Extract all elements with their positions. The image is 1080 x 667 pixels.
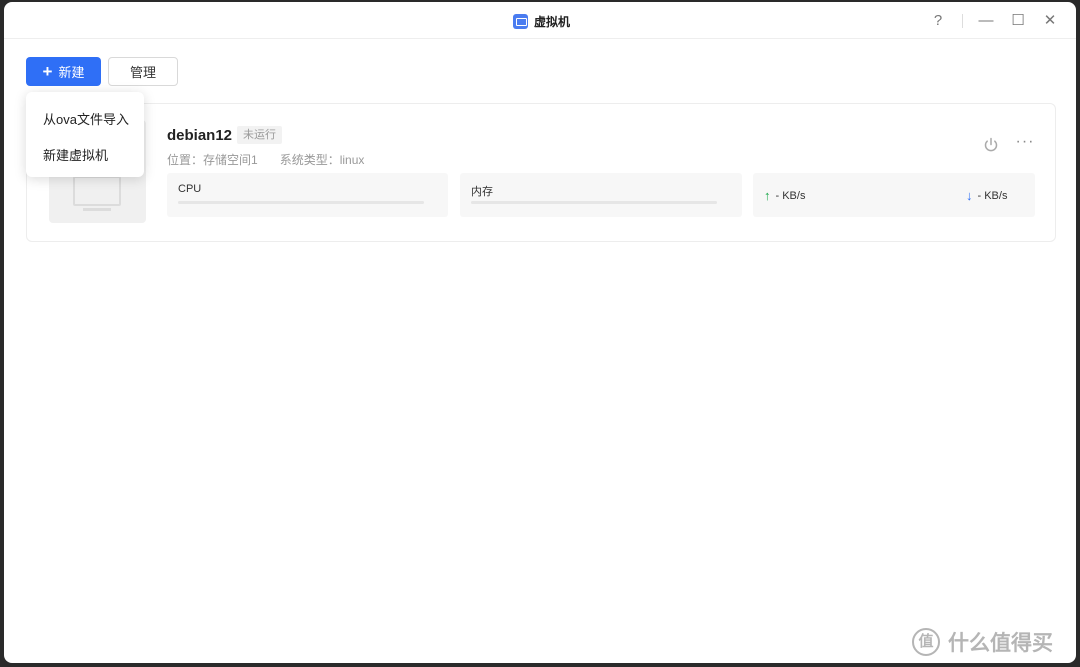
watermark: 值 什么值得买 <box>912 627 1053 657</box>
upload-rate: ↑ - KB/s <box>764 188 805 203</box>
cpu-label: CPU <box>178 183 202 195</box>
arrow-up-icon: ↑ <box>764 188 771 203</box>
title-bar[interactable]: 虚拟机 ? — ☐ ✕ <box>4 2 1076 39</box>
monitor-stand <box>83 208 111 211</box>
download-rate: ↓ - KB/s <box>966 188 1007 203</box>
new-dropdown-menu: 从ova文件导入 新建虚拟机 <box>26 92 144 177</box>
vm-os-type: 系统类型：linux <box>279 153 365 167</box>
cpu-usage-bar <box>178 201 424 204</box>
new-button-label: 新建 <box>58 65 85 80</box>
plus-icon: + <box>42 62 53 81</box>
maximize-button[interactable]: ☐ <box>1008 11 1028 31</box>
manage-button[interactable]: 管理 <box>108 57 178 86</box>
memory-usage-bar <box>471 201 717 204</box>
monitor-icon <box>73 176 121 206</box>
arrow-down-icon: ↓ <box>966 188 973 203</box>
watermark-logo-icon: 值 <box>912 628 940 656</box>
upload-rate-value: - KB/s <box>775 189 806 202</box>
power-icon[interactable] <box>982 136 1000 154</box>
help-button[interactable]: ? <box>928 11 948 31</box>
menu-item-new-vm[interactable]: 新建虚拟机 <box>43 145 108 164</box>
close-button[interactable]: ✕ <box>1040 11 1060 31</box>
menu-item-import-ova[interactable]: 从ova文件导入 <box>43 109 129 128</box>
network-stat: ↑ - KB/s ↓ - KB/s <box>753 173 1035 217</box>
app-title: 虚拟机 <box>513 13 570 29</box>
vm-status-badge: 未运行 <box>237 126 282 144</box>
download-rate-value: - KB/s <box>977 189 1008 202</box>
vm-location: 位置：存储空间1 <box>167 153 258 167</box>
app-title-text: 虚拟机 <box>534 14 571 29</box>
vm-app-icon <box>513 13 528 29</box>
memory-stat: 内存 <box>460 173 742 217</box>
watermark-text: 什么值得买 <box>948 632 1053 655</box>
memory-label: 内存 <box>471 186 493 198</box>
more-icon[interactable]: ··· <box>1015 134 1035 153</box>
minimize-button[interactable]: — <box>976 11 996 31</box>
vm-card[interactable]: debian12 未运行 位置：存储空间1 系统类型：linux ··· CPU… <box>26 103 1056 242</box>
vm-manager-window: 虚拟机 ? — ☐ ✕ + 新建 管理 debian12 未运行 位置：存储空间… <box>4 2 1076 663</box>
vm-meta: 位置：存储空间1 系统类型：linux <box>167 151 364 168</box>
cpu-stat: CPU <box>167 173 448 217</box>
new-button[interactable]: + 新建 <box>26 57 101 86</box>
title-divider <box>962 14 963 28</box>
vm-name[interactable]: debian12 <box>167 127 232 144</box>
